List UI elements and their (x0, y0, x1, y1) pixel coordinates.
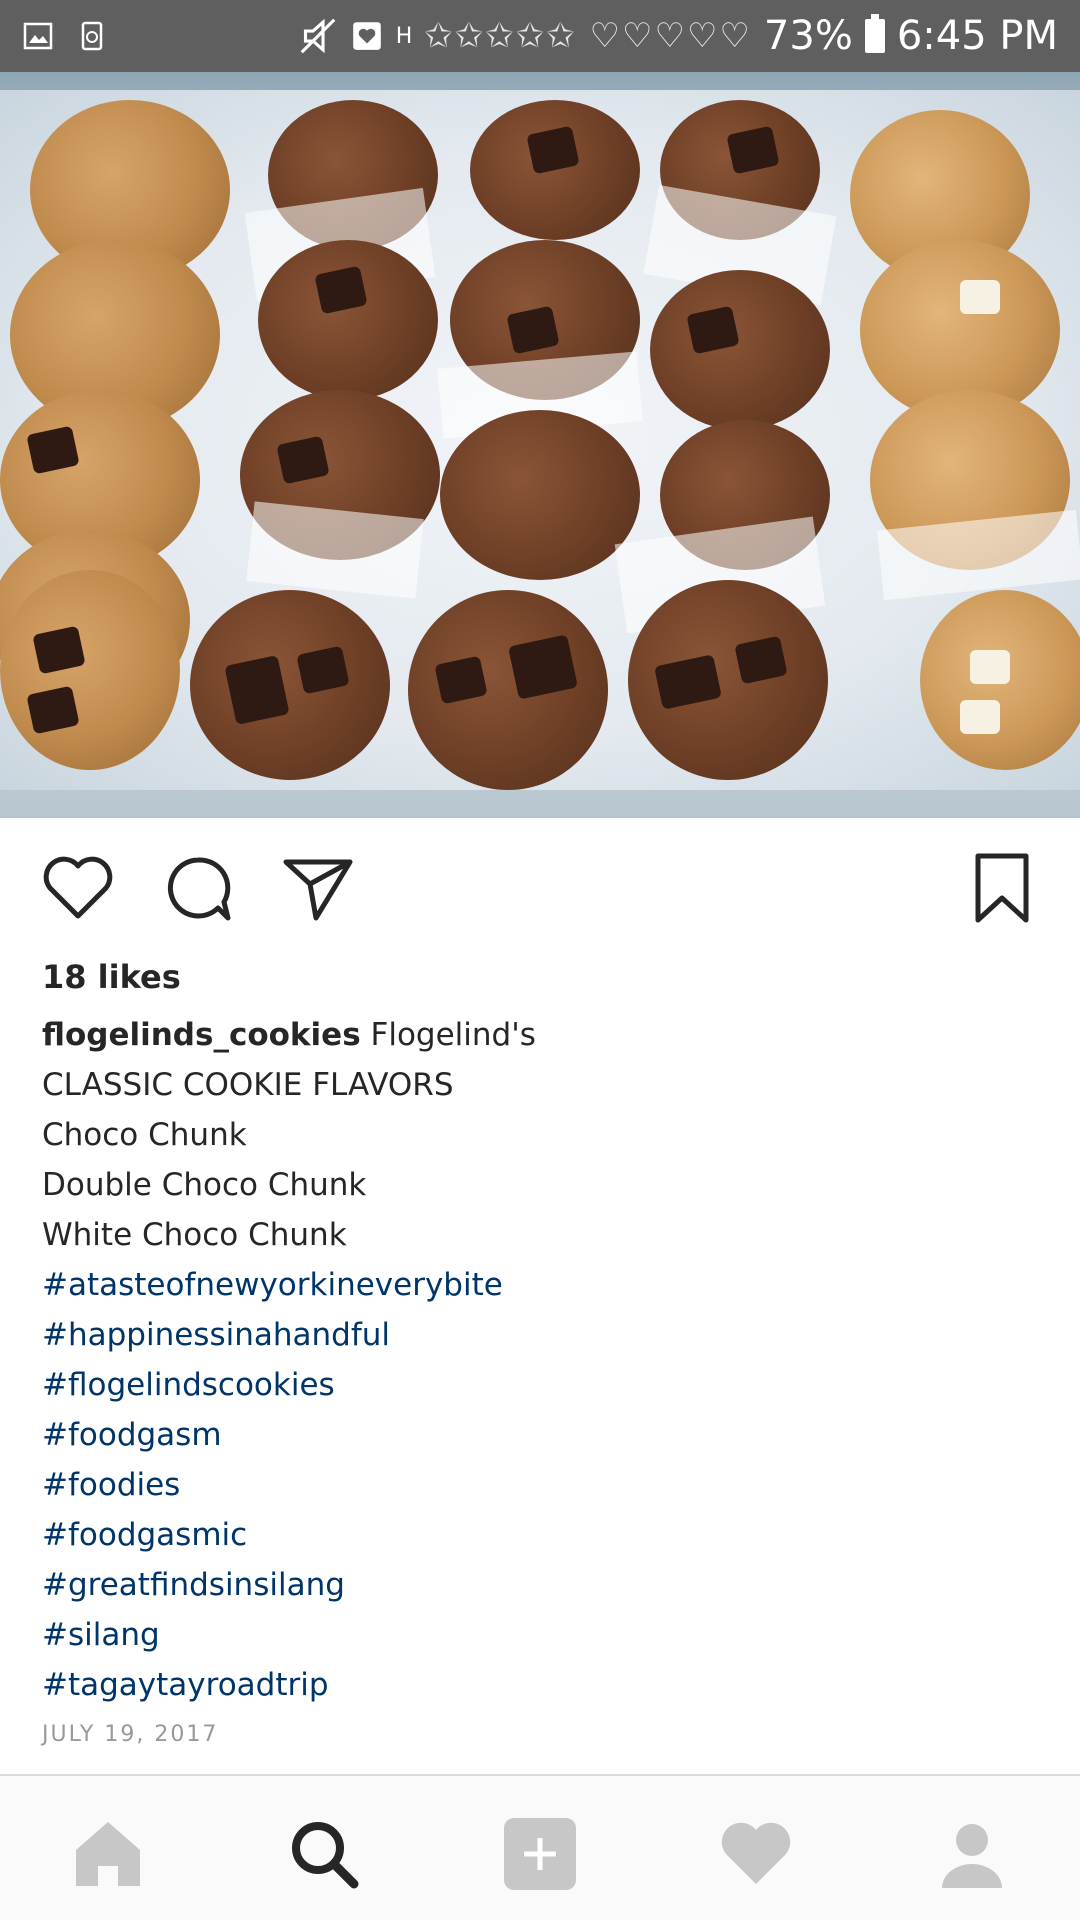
hashtag-link[interactable]: #foodies (42, 1460, 1042, 1510)
caption-first-line: flogelinds_cookies Flogelind's (42, 1010, 1042, 1060)
send-icon[interactable] (280, 850, 356, 926)
post-caption: flogelinds_cookies Flogelind's CLASSIC C… (42, 1010, 1042, 1710)
recycle-notification-icon (81, 21, 103, 51)
favorite-notification-icon (352, 22, 381, 50)
network-indicator: H (395, 23, 413, 49)
comment-icon[interactable] (160, 850, 236, 926)
hashtag-link[interactable]: #foodgasmic (42, 1510, 1042, 1560)
activity-icon[interactable] (718, 1816, 794, 1892)
caption-line: Choco Chunk (42, 1117, 247, 1153)
cookie (650, 270, 830, 430)
mute-icon (300, 18, 336, 54)
post-photo[interactable] (0, 72, 1080, 818)
cookie (440, 410, 640, 580)
bookmark-icon[interactable] (964, 850, 1040, 926)
hashtag-link[interactable]: #happinessinahandful (42, 1310, 1042, 1360)
profile-icon[interactable] (934, 1816, 1010, 1892)
notification-glyphs: ✩✩✩✩✩ ♡♡♡♡♡ (424, 16, 752, 56)
battery-percent: 73% (763, 13, 853, 59)
cookie (0, 570, 180, 770)
status-bar: H ✩✩✩✩✩ ♡♡♡♡♡ 73% 6:45 PM (0, 0, 1080, 72)
cookie-tray (0, 90, 1080, 790)
cookie (920, 590, 1080, 770)
parchment (246, 501, 424, 599)
cookie (628, 580, 828, 780)
caption-line: White Choco Chunk (42, 1217, 347, 1253)
post-date: JULY 19, 2017 (42, 1722, 219, 1747)
gallery-notification-icon (23, 22, 53, 50)
cookie (190, 590, 390, 780)
home-icon[interactable] (70, 1816, 146, 1892)
post-actions (0, 840, 1080, 930)
likes-count[interactable]: 18 likes (42, 958, 181, 996)
caption-line: Flogelind's (370, 1017, 536, 1053)
search-icon[interactable] (286, 1816, 362, 1892)
hashtag-link[interactable]: #foodgasm (42, 1410, 1042, 1460)
hashtag-link[interactable]: #flogelindscookies (42, 1360, 1042, 1410)
heart-icon[interactable] (40, 850, 116, 926)
caption-username[interactable]: flogelinds_cookies (42, 1017, 361, 1053)
add-icon[interactable] (502, 1816, 578, 1892)
cookie (470, 100, 640, 240)
caption-line: CLASSIC COOKIE FLAVORS (42, 1067, 454, 1103)
hashtag-link[interactable]: #greatfindsinsilang (42, 1560, 1042, 1610)
caption-line: Double Choco Chunk (42, 1167, 367, 1203)
battery-icon (864, 14, 885, 53)
hashtag-link[interactable]: #atasteofnewyorkineverybite (42, 1260, 1042, 1310)
hashtag-link[interactable]: #tagaytayroadtrip (42, 1660, 1042, 1710)
hashtag-link[interactable]: #silang (42, 1610, 1042, 1660)
bottom-nav (0, 1774, 1080, 1920)
cookie (408, 590, 608, 790)
clock: 6:45 PM (896, 13, 1058, 59)
cookie (258, 240, 438, 400)
